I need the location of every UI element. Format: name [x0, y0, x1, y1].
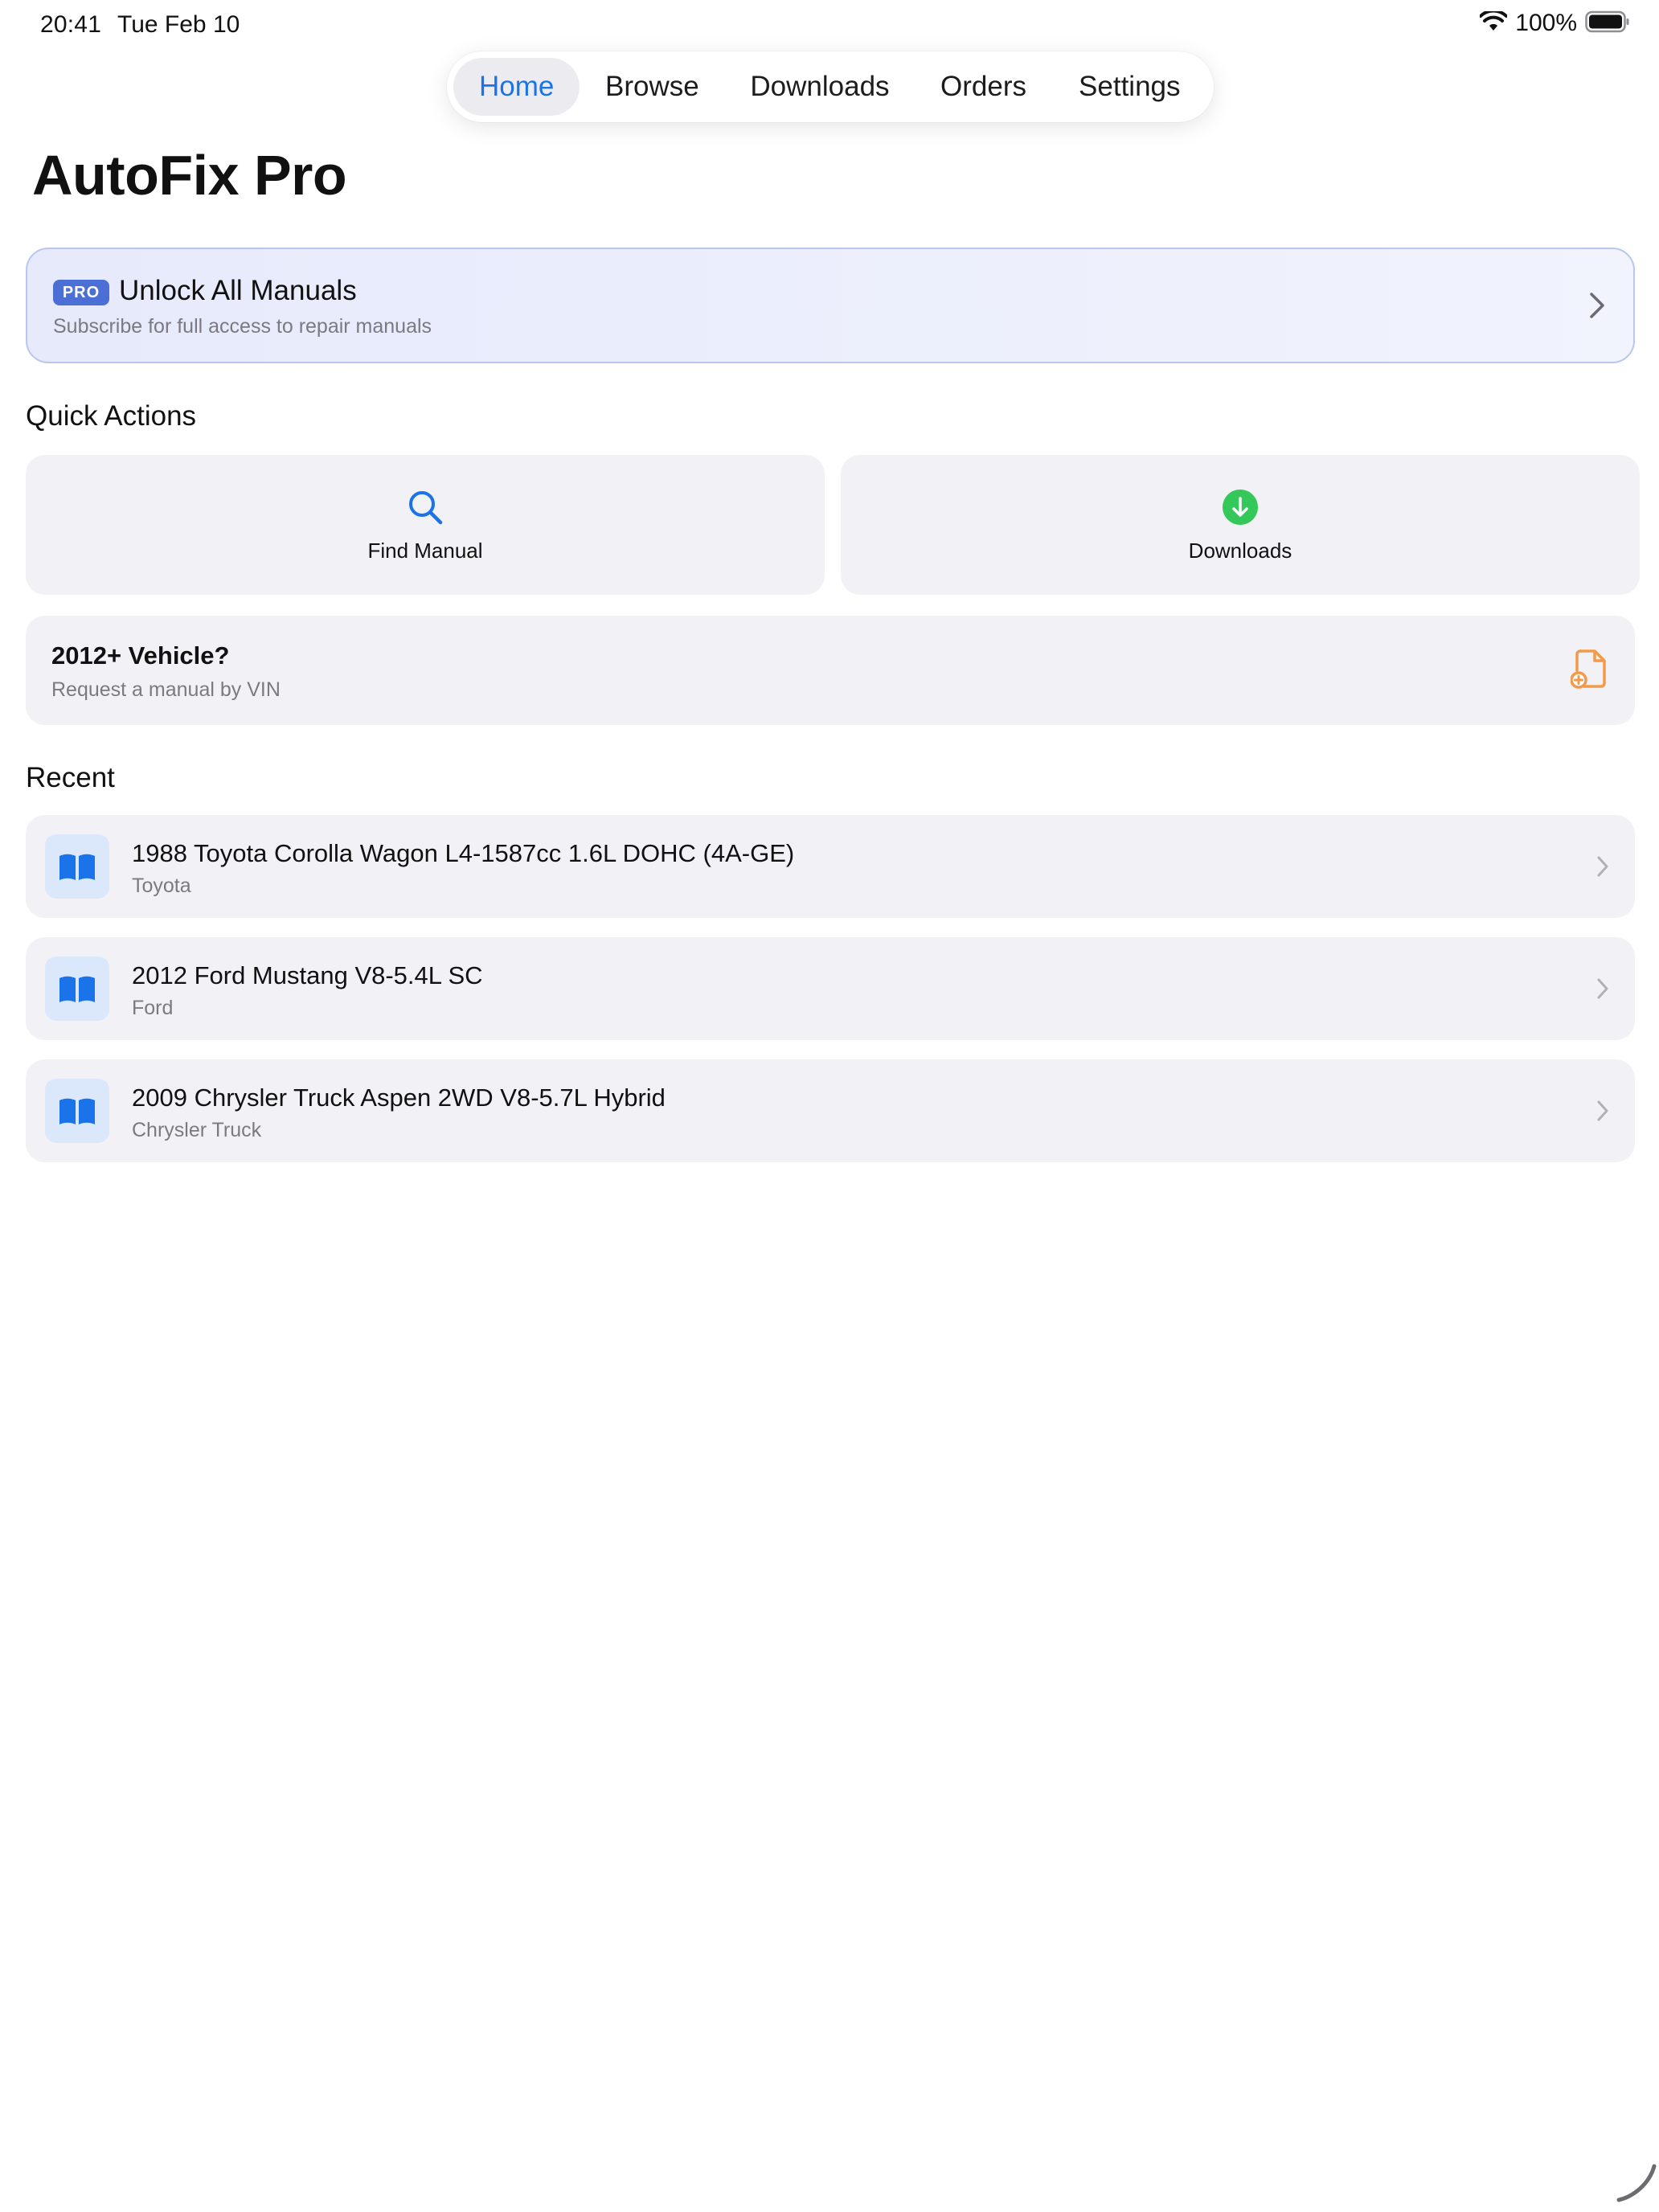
book-icon [45, 956, 109, 1021]
downloads-button[interactable]: Downloads [841, 455, 1640, 595]
recent-item-title: 2009 Chrysler Truck Aspen 2WD V8-5.7L Hy… [132, 1083, 666, 1112]
vin-request-title: 2012+ Vehicle? [51, 641, 230, 670]
vin-request-subtitle: Request a manual by VIN [51, 678, 281, 701]
pro-banner-subtitle: Subscribe for full access to repair manu… [53, 315, 432, 338]
search-icon [405, 487, 445, 527]
pro-banner-title: Unlock All Manuals [119, 275, 357, 306]
top-tab-bar: Home Browse Downloads Orders Settings [447, 51, 1214, 122]
book-icon [45, 1079, 109, 1143]
battery-percent: 100% [1515, 10, 1577, 36]
recent-item-make: Ford [132, 997, 174, 1019]
pro-badge: PRO [53, 280, 109, 305]
download-circle-icon [1220, 487, 1260, 527]
status-time: 20:41 [40, 11, 102, 38]
recent-item-make: Chrysler Truck [132, 1119, 262, 1141]
chevron-right-icon [1596, 977, 1609, 1004]
quick-actions-header: Quick Actions [26, 400, 197, 432]
battery-icon [1585, 10, 1630, 37]
recent-item-make: Toyota [132, 875, 191, 897]
recent-item-title: 2012 Ford Mustang V8-5.4L SC [132, 961, 483, 989]
tab-browse[interactable]: Browse [580, 58, 724, 116]
pro-upgrade-banner[interactable]: PRO Unlock All Manuals Subscribe for ful… [26, 248, 1635, 363]
tab-home[interactable]: Home [453, 58, 580, 116]
find-manual-label: Find Manual [367, 539, 483, 563]
status-bar: 20:41 Tue Feb 10 100% [0, 0, 1659, 51]
recent-item[interactable]: 2012 Ford Mustang V8-5.4L SC Ford [26, 937, 1635, 1040]
vin-request-card[interactable]: 2012+ Vehicle? Request a manual by VIN [26, 616, 1635, 725]
page-title: AutoFix Pro [32, 144, 347, 207]
document-add-icon [1570, 648, 1608, 694]
chevron-right-icon [1596, 855, 1609, 882]
downloads-label: Downloads [1188, 539, 1292, 563]
tab-downloads[interactable]: Downloads [724, 58, 915, 116]
status-indicators: 100% [1479, 9, 1630, 37]
resize-handle-icon[interactable] [1614, 2161, 1657, 2209]
chevron-right-icon [1588, 291, 1606, 324]
recent-item-title: 1988 Toyota Corolla Wagon L4-1587cc 1.6L… [132, 839, 795, 867]
status-date: Tue Feb 10 [117, 11, 240, 38]
recent-item[interactable]: 1988 Toyota Corolla Wagon L4-1587cc 1.6L… [26, 815, 1635, 918]
chevron-right-icon [1596, 1100, 1609, 1126]
find-manual-button[interactable]: Find Manual [26, 455, 825, 595]
recent-header: Recent [26, 762, 115, 793]
wifi-icon [1479, 9, 1509, 36]
tab-settings[interactable]: Settings [1052, 58, 1207, 116]
book-icon [45, 834, 109, 899]
tab-orders[interactable]: Orders [916, 58, 1052, 116]
recent-item[interactable]: 2009 Chrysler Truck Aspen 2WD V8-5.7L Hy… [26, 1059, 1635, 1162]
